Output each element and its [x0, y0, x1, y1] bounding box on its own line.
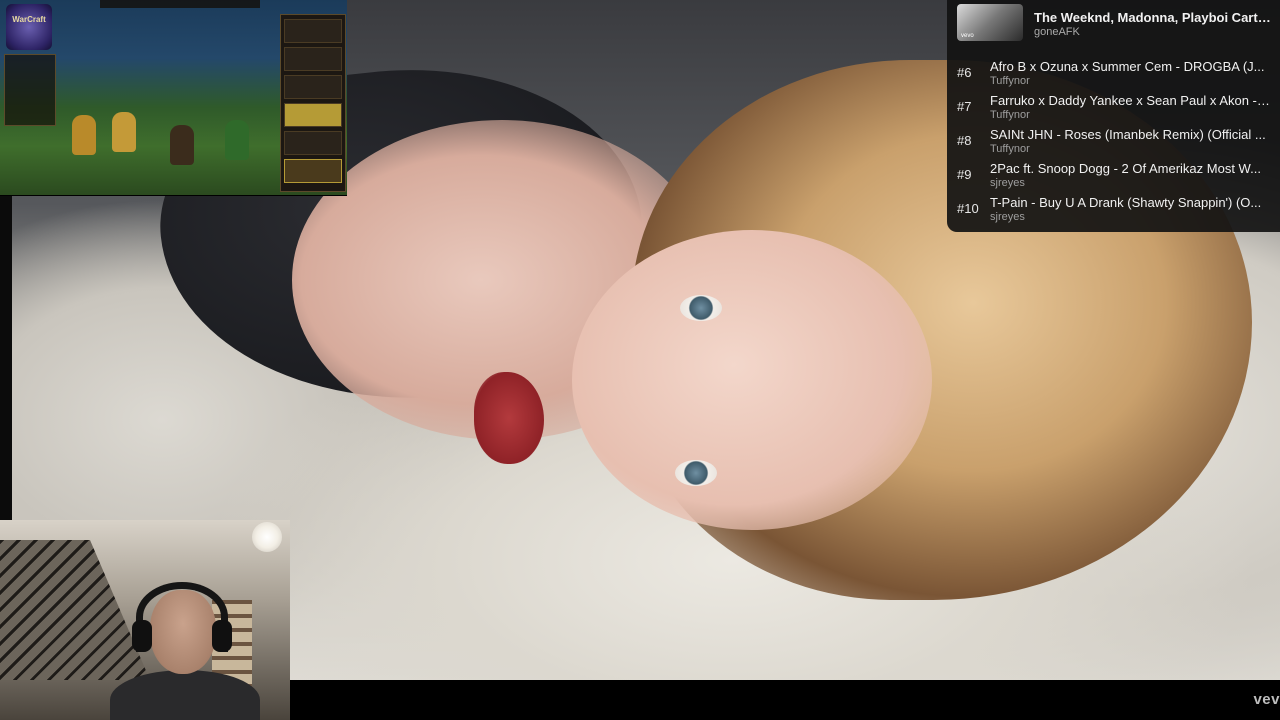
thumbnail-watermark: vevo: [961, 33, 974, 39]
queue-item-title: T-Pain - Buy U A Drank (Shawty Snappin')…: [990, 195, 1262, 210]
game-button: [284, 159, 342, 183]
stream-canvas: vev WarCraft vevo The Weeknd, Madonna, P…: [0, 0, 1280, 720]
queue-item-requester: Tuffynor: [990, 143, 1030, 155]
game-list-row: [284, 75, 342, 99]
queue-item[interactable]: #7 Farruko x Daddy Yankee x Sean Paul x …: [947, 89, 1280, 123]
now-playing-channel: goneAFK: [1034, 26, 1080, 38]
headphones-earcup: [212, 620, 232, 652]
queue-item-requester: sjreyes: [990, 177, 1025, 189]
video-subject-face: [572, 230, 932, 530]
now-playing-thumbnail: vevo: [957, 4, 1023, 41]
queue-item[interactable]: #8 SAINt JHN - Roses (Imanbek Remix) (Of…: [947, 123, 1280, 157]
game-list-row: [284, 19, 342, 43]
game-character: [72, 115, 96, 155]
queue-item[interactable]: #6 Afro B x Ozuna x Summer Cem - DROGBA …: [947, 55, 1280, 89]
queue-item-rank: #9: [957, 167, 972, 182]
video-subject-eye: [680, 295, 722, 321]
queue-item-title: 2Pac ft. Snoop Dogg - 2 Of Amerikaz Most…: [990, 161, 1261, 176]
queue-item-requester: Tuffynor: [990, 109, 1030, 121]
queue-item-requester: sjreyes: [990, 211, 1025, 223]
game-list-row-selected: [284, 103, 342, 127]
video-subject-eye: [675, 460, 717, 486]
vevo-watermark: vev: [1253, 691, 1280, 708]
game-top-bar: [100, 0, 260, 8]
game-side-menu: [4, 54, 56, 126]
video-subject-lips: [474, 372, 544, 464]
webcam-overlay: [0, 520, 290, 720]
queue-item-requester: Tuffynor: [990, 75, 1030, 87]
queue-item-rank: #6: [957, 65, 972, 80]
headphones-earcup: [132, 620, 152, 652]
queue-item-title: SAINt JHN - Roses (Imanbek Remix) (Offic…: [990, 127, 1266, 142]
game-list-row: [284, 47, 342, 71]
game-character: [112, 112, 136, 152]
queue-item-rank: #10: [957, 201, 979, 216]
game-logo-icon: WarCraft: [6, 4, 52, 50]
webcam-staircase: [0, 540, 150, 680]
queue-list: #6 Afro B x Ozuna x Summer Cem - DROGBA …: [947, 55, 1280, 225]
now-playing-header[interactable]: vevo The Weeknd, Madonna, Playboi Carti …: [947, 0, 1280, 46]
now-playing-title: The Weeknd, Madonna, Playboi Carti ...: [1034, 10, 1274, 25]
queue-item-title: Afro B x Ozuna x Summer Cem - DROGBA (J.…: [990, 59, 1265, 74]
game-character: [170, 125, 194, 165]
queue-item-rank: #8: [957, 133, 972, 148]
game-capture-overlay: WarCraft: [0, 0, 347, 196]
game-list-row: [284, 131, 342, 155]
game-character-select-window: [280, 14, 346, 192]
game-logo-text: WarCraft: [12, 15, 46, 24]
webcam-lamp: [252, 522, 282, 552]
playlist-queue-panel: vevo The Weeknd, Madonna, Playboi Carti …: [947, 0, 1280, 232]
queue-item-title: Farruko x Daddy Yankee x Sean Paul x Ako…: [990, 93, 1270, 108]
queue-item-rank: #7: [957, 99, 972, 114]
game-character: [225, 120, 249, 160]
queue-item[interactable]: #10 T-Pain - Buy U A Drank (Shawty Snapp…: [947, 191, 1280, 225]
queue-item[interactable]: #9 2Pac ft. Snoop Dogg - 2 Of Amerikaz M…: [947, 157, 1280, 191]
